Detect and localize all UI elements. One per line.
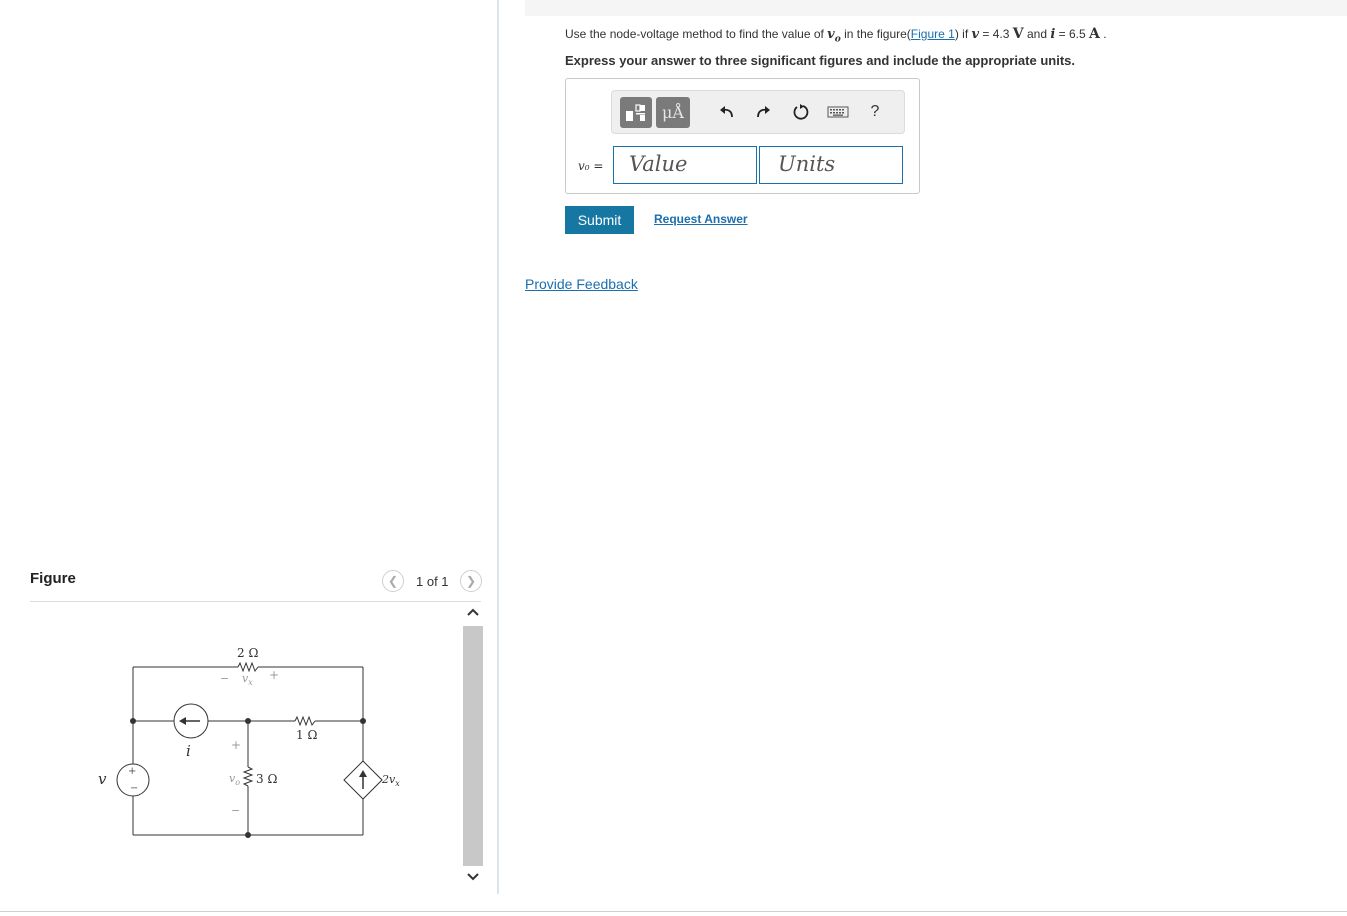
value-input[interactable]: Value — [613, 146, 757, 184]
bottom-border — [0, 911, 1347, 912]
label-dep: 2vx — [381, 773, 400, 788]
submit-button[interactable]: Submit — [565, 206, 634, 234]
v-unit: V — [1012, 26, 1024, 42]
vo-label-text: v₀ = — [578, 159, 604, 173]
v-variable: v — [971, 27, 980, 42]
label-vo: vo — [229, 772, 240, 787]
label-vo-sub: o — [235, 778, 240, 787]
and-text: and — [1023, 27, 1051, 41]
keyboard-button[interactable] — [825, 101, 851, 123]
next-figure-button[interactable]: ❯ — [460, 570, 482, 592]
label-r-mid: 1 Ω — [296, 728, 317, 742]
undo-icon — [720, 106, 733, 118]
reset-button[interactable] — [790, 101, 812, 123]
scroll-down-button[interactable] — [462, 867, 484, 887]
i-equals: = 6.5 — [1055, 27, 1089, 41]
vo-label: v₀ = — [578, 159, 603, 173]
vo-variable: vo — [827, 27, 841, 45]
reset-icon — [793, 104, 809, 120]
redo-button[interactable] — [752, 101, 774, 123]
chevron-right-icon: ❯ — [465, 574, 477, 588]
templates-icon — [626, 103, 645, 121]
prev-figure-button[interactable]: ❮ — [382, 570, 404, 592]
circuit-wires — [132, 661, 364, 836]
figure-divider — [30, 601, 481, 602]
redo-icon — [757, 106, 770, 118]
top-strip — [525, 0, 1347, 16]
figure-pager-text: 1 of 1 — [416, 574, 449, 589]
request-answer-link[interactable]: Request Answer — [654, 212, 748, 226]
units-button-label: μÅ — [662, 103, 684, 122]
circuit-diagram: 2 Ω − vx + 1 Ω i + vo − 3 Ω v + − 2vx — [98, 646, 400, 838]
i-unit: A — [1089, 26, 1100, 42]
label-vx: vx — [242, 672, 253, 687]
label-v: v — [98, 770, 107, 788]
keyboard-icon — [827, 106, 849, 118]
question-text: Use the node-voltage method to find the … — [565, 26, 1107, 45]
vo-var-letter: v — [827, 27, 835, 42]
scroll-up-button[interactable] — [462, 602, 484, 622]
chevron-down-icon — [467, 873, 479, 881]
panel-divider — [497, 0, 499, 894]
label-src-plus: + — [128, 766, 136, 777]
math-toolbar: μÅ ? — [611, 90, 905, 134]
label-r-top: 2 Ω — [237, 646, 258, 660]
figure-link[interactable]: Figure 1 — [911, 27, 955, 41]
label-vx-sub: x — [248, 678, 253, 687]
units-input[interactable]: Units — [759, 146, 903, 184]
chevron-left-icon: ❮ — [387, 574, 399, 588]
v-equals: = 4.3 — [979, 27, 1013, 41]
scroll-thumb[interactable] — [463, 626, 483, 866]
figure-title: Figure — [30, 570, 76, 587]
chevron-up-icon — [467, 608, 479, 616]
current-source-i — [173, 703, 209, 739]
dependent-source — [343, 760, 383, 800]
undo-button[interactable] — [716, 101, 738, 123]
help-icon: ? — [870, 103, 880, 120]
figure-scrollbar[interactable] — [462, 602, 484, 889]
units-button[interactable]: μÅ — [656, 97, 690, 128]
label-vx-plus: + — [269, 668, 279, 682]
templates-button[interactable] — [620, 97, 652, 128]
provide-feedback-link[interactable]: Provide Feedback — [525, 276, 638, 292]
label-vo-minus: − — [231, 804, 240, 817]
instruction-text: Express your answer to three significant… — [565, 53, 1075, 68]
question-middle: in the figure( — [840, 27, 911, 41]
label-r-vert: 3 Ω — [256, 772, 277, 786]
question-end: . — [1099, 27, 1107, 41]
label-i: i — [186, 742, 191, 760]
label-src-minus: − — [130, 783, 138, 794]
label-vo-plus: + — [231, 738, 241, 752]
help-button[interactable]: ? — [864, 101, 886, 123]
question-prefix: Use the node-voltage method to find the … — [565, 27, 828, 41]
label-vx-minus: − — [220, 672, 229, 685]
label-dep-sub: x — [395, 779, 400, 788]
label-dep-text: 2v — [381, 773, 396, 786]
answer-box: μÅ ? v₀ = Value Units — [565, 78, 920, 194]
question-close: ) if — [954, 27, 972, 41]
